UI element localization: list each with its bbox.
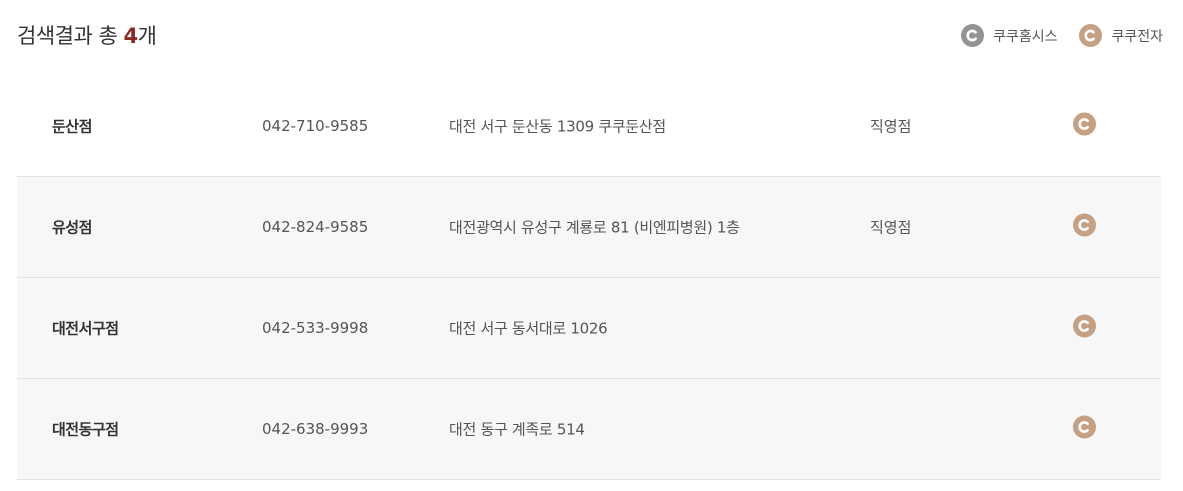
store-brand <box>1073 112 1096 140</box>
brand-legend: 쿠쿠홈시스 쿠쿠전자 <box>939 24 1163 47</box>
results-title: 검색결과 총 4개 <box>17 20 157 50</box>
results-header: 검색결과 총 4개 쿠쿠홈시스 쿠쿠전자 <box>0 0 1183 70</box>
legend-label: 쿠쿠전자 <box>1111 28 1163 45</box>
store-type: 직영점 <box>870 218 912 237</box>
store-phone: 042-533-9998 <box>262 319 369 337</box>
store-type: 직영점 <box>870 117 912 136</box>
results-title-suffix: 개 <box>137 24 157 48</box>
store-name: 대전동구점 <box>52 420 119 439</box>
cuckoo-electronics-icon <box>1073 314 1096 338</box>
legend-item-cuckoo-electronics: 쿠쿠전자 <box>1079 24 1163 47</box>
legend-label: 쿠쿠홈시스 <box>993 28 1058 45</box>
store-phone: 042-638-9993 <box>262 420 369 438</box>
store-address: 대전 서구 동서대로 1026 <box>449 319 608 338</box>
cuckoo-electronics-icon <box>1073 112 1096 136</box>
store-phone: 042-710-9585 <box>262 117 369 135</box>
store-row[interactable]: 유성점 042-824-9585 대전광역시 유성구 계룡로 81 (비엔피병원… <box>17 177 1161 278</box>
store-name: 둔산점 <box>52 117 92 136</box>
cuckoo-electronics-icon <box>1079 24 1103 47</box>
store-brand <box>1073 213 1096 241</box>
store-row[interactable]: 대전서구점 042-533-9998 대전 서구 동서대로 1026 <box>17 278 1161 379</box>
store-address: 대전광역시 유성구 계룡로 81 (비엔피병원) 1층 <box>449 218 740 237</box>
results-count: 4 <box>123 24 138 48</box>
store-address: 대전 동구 계족로 514 <box>449 420 585 439</box>
store-name: 유성점 <box>52 218 92 237</box>
store-name: 대전서구점 <box>52 319 119 338</box>
legend-item-cuckoo-homesys: 쿠쿠홈시스 <box>961 24 1057 47</box>
store-address: 대전 서구 둔산동 1309 쿠쿠둔산점 <box>449 117 666 136</box>
cuckoo-electronics-icon <box>1073 415 1096 439</box>
store-list: 둔산점 042-710-9585 대전 서구 둔산동 1309 쿠쿠둔산점 직영… <box>17 76 1161 480</box>
store-phone: 042-824-9585 <box>262 218 369 236</box>
cuckoo-homesys-icon <box>961 24 985 47</box>
cuckoo-electronics-icon <box>1073 213 1096 237</box>
store-row[interactable]: 대전동구점 042-638-9993 대전 동구 계족로 514 <box>17 379 1161 480</box>
store-row[interactable]: 둔산점 042-710-9585 대전 서구 둔산동 1309 쿠쿠둔산점 직영… <box>17 76 1161 177</box>
store-brand <box>1073 314 1096 342</box>
store-brand <box>1073 415 1096 443</box>
results-title-prefix: 검색결과 총 <box>17 24 124 48</box>
